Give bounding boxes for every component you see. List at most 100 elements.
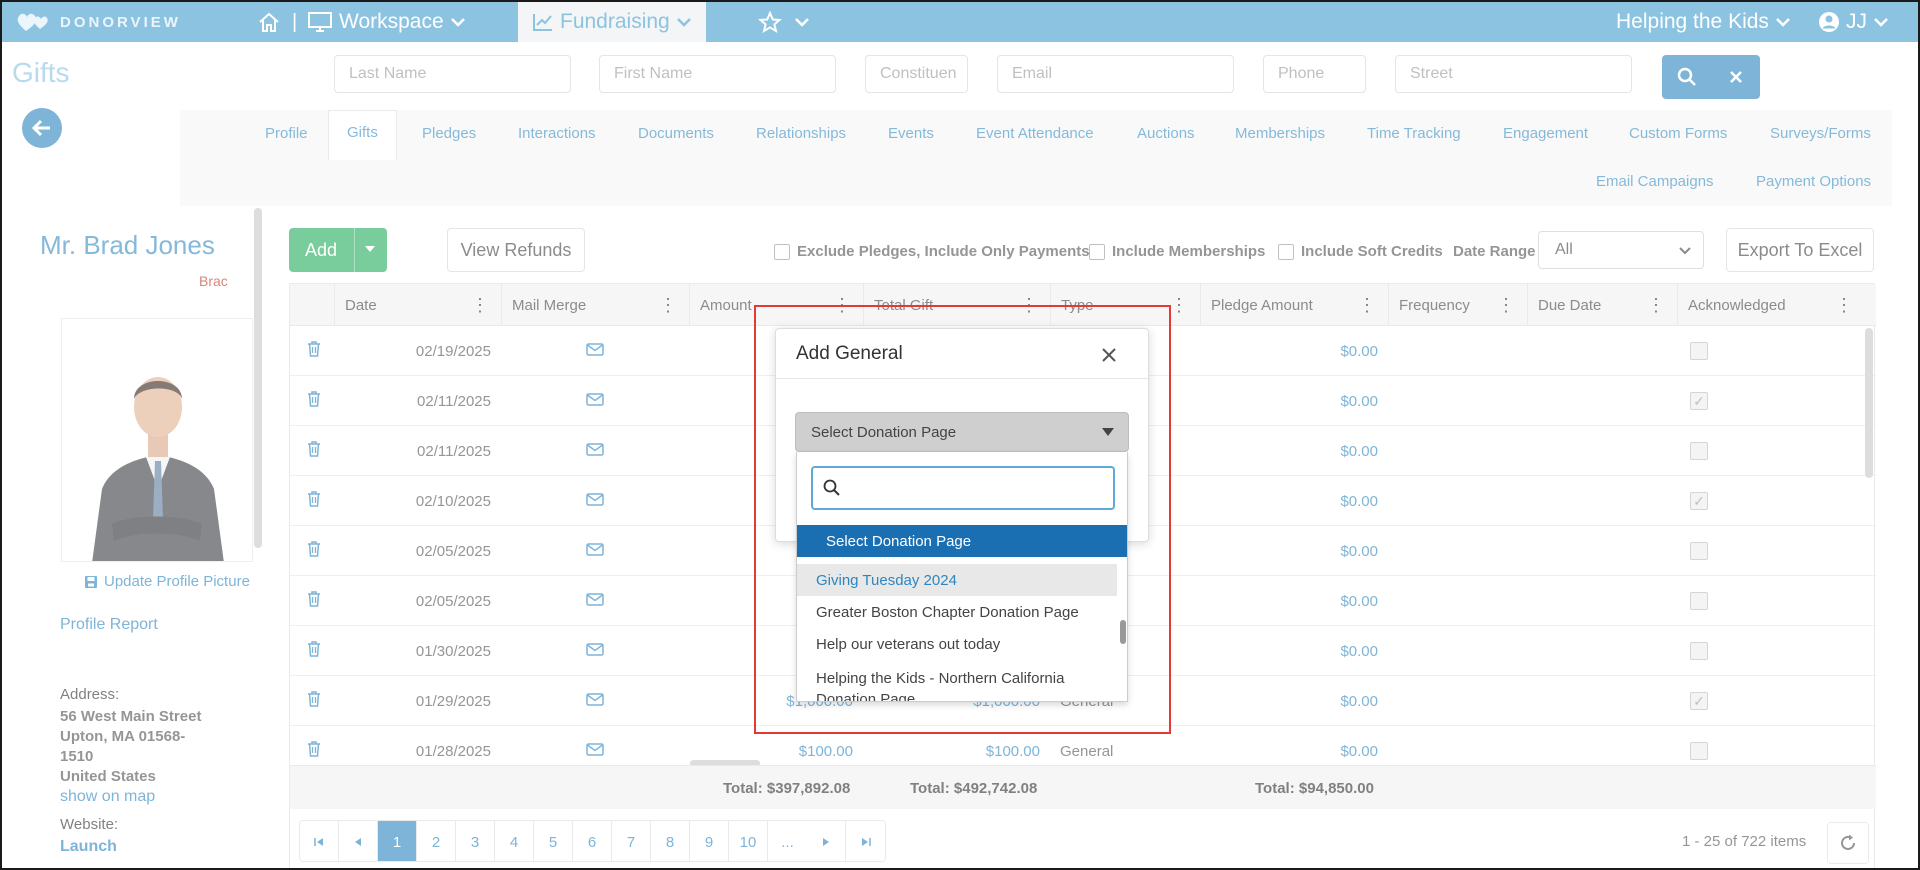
column-menu-icon[interactable]: ⋮ bbox=[1835, 296, 1853, 314]
tab-events[interactable]: Events bbox=[888, 125, 934, 142]
show-on-map-link[interactable]: show on map bbox=[60, 788, 155, 806]
previous-page-button[interactable] bbox=[339, 821, 378, 861]
organization-menu[interactable]: Helping the Kids bbox=[1616, 2, 1791, 42]
tab-engagement[interactable]: Engagement bbox=[1503, 125, 1588, 142]
column-menu-icon[interactable]: ⋮ bbox=[1647, 296, 1665, 314]
mail-merge-button[interactable] bbox=[501, 676, 689, 726]
delete-gift-button[interactable] bbox=[302, 376, 326, 426]
column-header-mail-merge[interactable]: Mail Merge ⋮ bbox=[501, 284, 689, 326]
view-refunds-button[interactable]: View Refunds bbox=[447, 228, 585, 272]
exclude-pledges-checkbox[interactable]: Exclude Pledges, Include Only Payments bbox=[774, 243, 1090, 260]
profile-report-link[interactable]: Profile Report bbox=[60, 616, 158, 634]
last-name-input[interactable]: Last Name bbox=[334, 55, 571, 93]
column-header-acknowledged[interactable]: Acknowledged ⋮ bbox=[1677, 284, 1865, 326]
delete-gift-button[interactable] bbox=[302, 676, 326, 726]
column-menu-icon[interactable]: ⋮ bbox=[659, 296, 677, 314]
mail-merge-button[interactable] bbox=[501, 576, 689, 626]
page-button[interactable]: 10 bbox=[729, 821, 768, 861]
page-button[interactable]: 6 bbox=[573, 821, 612, 861]
tab-payment-options[interactable]: Payment Options bbox=[1756, 173, 1871, 190]
next-page-button[interactable] bbox=[807, 821, 846, 861]
mail-merge-button[interactable] bbox=[501, 526, 689, 576]
checkbox-box[interactable] bbox=[774, 243, 790, 260]
tab-documents[interactable]: Documents bbox=[638, 125, 714, 142]
tab-pledges[interactable]: Pledges bbox=[422, 125, 476, 142]
checkbox-box[interactable] bbox=[1278, 243, 1294, 260]
street-input[interactable]: Street bbox=[1395, 55, 1632, 93]
mail-merge-button[interactable] bbox=[501, 476, 689, 526]
page-button[interactable]: 2 bbox=[417, 821, 456, 861]
column-header-date[interactable]: Date ⋮ bbox=[334, 284, 501, 326]
add-button[interactable]: Add bbox=[289, 228, 387, 272]
update-profile-picture-link[interactable]: Update Profile Picture bbox=[84, 573, 250, 590]
column-header-pledge-amount[interactable]: Pledge Amount ⋮ bbox=[1200, 284, 1388, 326]
tab-event-attendance[interactable]: Event Attendance bbox=[976, 125, 1094, 142]
acknowledged-checkbox[interactable] bbox=[1690, 526, 1720, 576]
user-menu[interactable]: JJ bbox=[1818, 2, 1889, 42]
home-button[interactable] bbox=[257, 2, 281, 42]
caret-down-icon[interactable] bbox=[365, 246, 375, 252]
email-input[interactable]: Email bbox=[997, 55, 1234, 93]
favorites-menu[interactable] bbox=[758, 2, 810, 42]
tab-memberships[interactable]: Memberships bbox=[1235, 125, 1325, 142]
tab-time-tracking[interactable]: Time Tracking bbox=[1367, 125, 1461, 142]
tab-profile[interactable]: Profile bbox=[265, 125, 308, 142]
constituent-input[interactable]: Constituen bbox=[865, 55, 968, 93]
checkbox-box[interactable] bbox=[1089, 243, 1105, 260]
sidebar-scrollbar[interactable] bbox=[254, 208, 262, 548]
phone-input[interactable]: Phone bbox=[1263, 55, 1366, 93]
column-menu-icon[interactable]: ⋮ bbox=[471, 296, 489, 314]
last-page-button[interactable] bbox=[846, 821, 885, 861]
acknowledged-checkbox[interactable] bbox=[1690, 426, 1720, 476]
mail-merge-button[interactable] bbox=[501, 326, 689, 376]
tab-relationships[interactable]: Relationships bbox=[756, 125, 846, 142]
tab-email-campaigns[interactable]: Email Campaigns bbox=[1596, 173, 1714, 190]
page-button[interactable]: 4 bbox=[495, 821, 534, 861]
acknowledged-checkbox[interactable]: ✓ bbox=[1690, 676, 1720, 726]
more-pages-button[interactable]: ... bbox=[768, 821, 807, 861]
tab-custom-forms[interactable]: Custom Forms bbox=[1629, 125, 1727, 142]
workspace-menu[interactable]: Workspace bbox=[307, 2, 466, 42]
column-menu-icon[interactable]: ⋮ bbox=[1170, 296, 1188, 314]
column-header-frequency[interactable]: Frequency ⋮ bbox=[1388, 284, 1527, 326]
acknowledged-checkbox[interactable] bbox=[1690, 626, 1720, 676]
acknowledged-checkbox[interactable]: ✓ bbox=[1690, 376, 1720, 426]
acknowledged-checkbox[interactable]: ✓ bbox=[1690, 476, 1720, 526]
column-menu-icon[interactable]: ⋮ bbox=[1358, 296, 1376, 314]
tab-surveys-forms[interactable]: Surveys/Forms bbox=[1770, 125, 1871, 142]
fundraising-menu[interactable]: Fundraising bbox=[518, 2, 706, 42]
tab-interactions[interactable]: Interactions bbox=[518, 125, 596, 142]
page-button[interactable]: 3 bbox=[456, 821, 495, 861]
back-button[interactable] bbox=[22, 108, 62, 148]
date-range-select[interactable]: All bbox=[1538, 231, 1704, 269]
donorview-logo[interactable]: DONORVIEW bbox=[16, 10, 181, 34]
tab-gifts[interactable]: Gifts bbox=[328, 110, 397, 160]
delete-gift-button[interactable] bbox=[302, 626, 326, 676]
delete-gift-button[interactable] bbox=[302, 476, 326, 526]
page-button[interactable]: 8 bbox=[651, 821, 690, 861]
tab-auctions[interactable]: Auctions bbox=[1137, 125, 1195, 142]
include-memberships-checkbox[interactable]: Include Memberships bbox=[1089, 243, 1265, 260]
column-menu-icon[interactable]: ⋮ bbox=[1497, 296, 1515, 314]
page-button[interactable]: 1 bbox=[378, 821, 417, 861]
clear-search-button[interactable] bbox=[1711, 55, 1760, 99]
column-header-due-date[interactable]: Due Date ⋮ bbox=[1527, 284, 1677, 326]
mail-merge-button[interactable] bbox=[501, 426, 689, 476]
delete-gift-button[interactable] bbox=[302, 526, 326, 576]
mail-merge-button[interactable] bbox=[501, 626, 689, 676]
page-button[interactable]: 5 bbox=[534, 821, 573, 861]
search-button[interactable] bbox=[1662, 55, 1711, 99]
delete-gift-button[interactable] bbox=[302, 576, 326, 626]
page-button[interactable]: 7 bbox=[612, 821, 651, 861]
delete-gift-button[interactable] bbox=[302, 426, 326, 476]
mail-merge-button[interactable] bbox=[501, 376, 689, 426]
website-launch-link[interactable]: Launch bbox=[60, 838, 117, 856]
grid-vertical-scrollbar[interactable] bbox=[1865, 328, 1873, 478]
include-soft-credits-checkbox[interactable]: Include Soft Credits bbox=[1278, 243, 1443, 260]
delete-gift-button[interactable] bbox=[302, 326, 326, 376]
refresh-button[interactable] bbox=[1827, 822, 1869, 864]
first-name-input[interactable]: First Name bbox=[599, 55, 836, 93]
acknowledged-checkbox[interactable] bbox=[1690, 326, 1720, 376]
acknowledged-checkbox[interactable] bbox=[1690, 576, 1720, 626]
page-button[interactable]: 9 bbox=[690, 821, 729, 861]
